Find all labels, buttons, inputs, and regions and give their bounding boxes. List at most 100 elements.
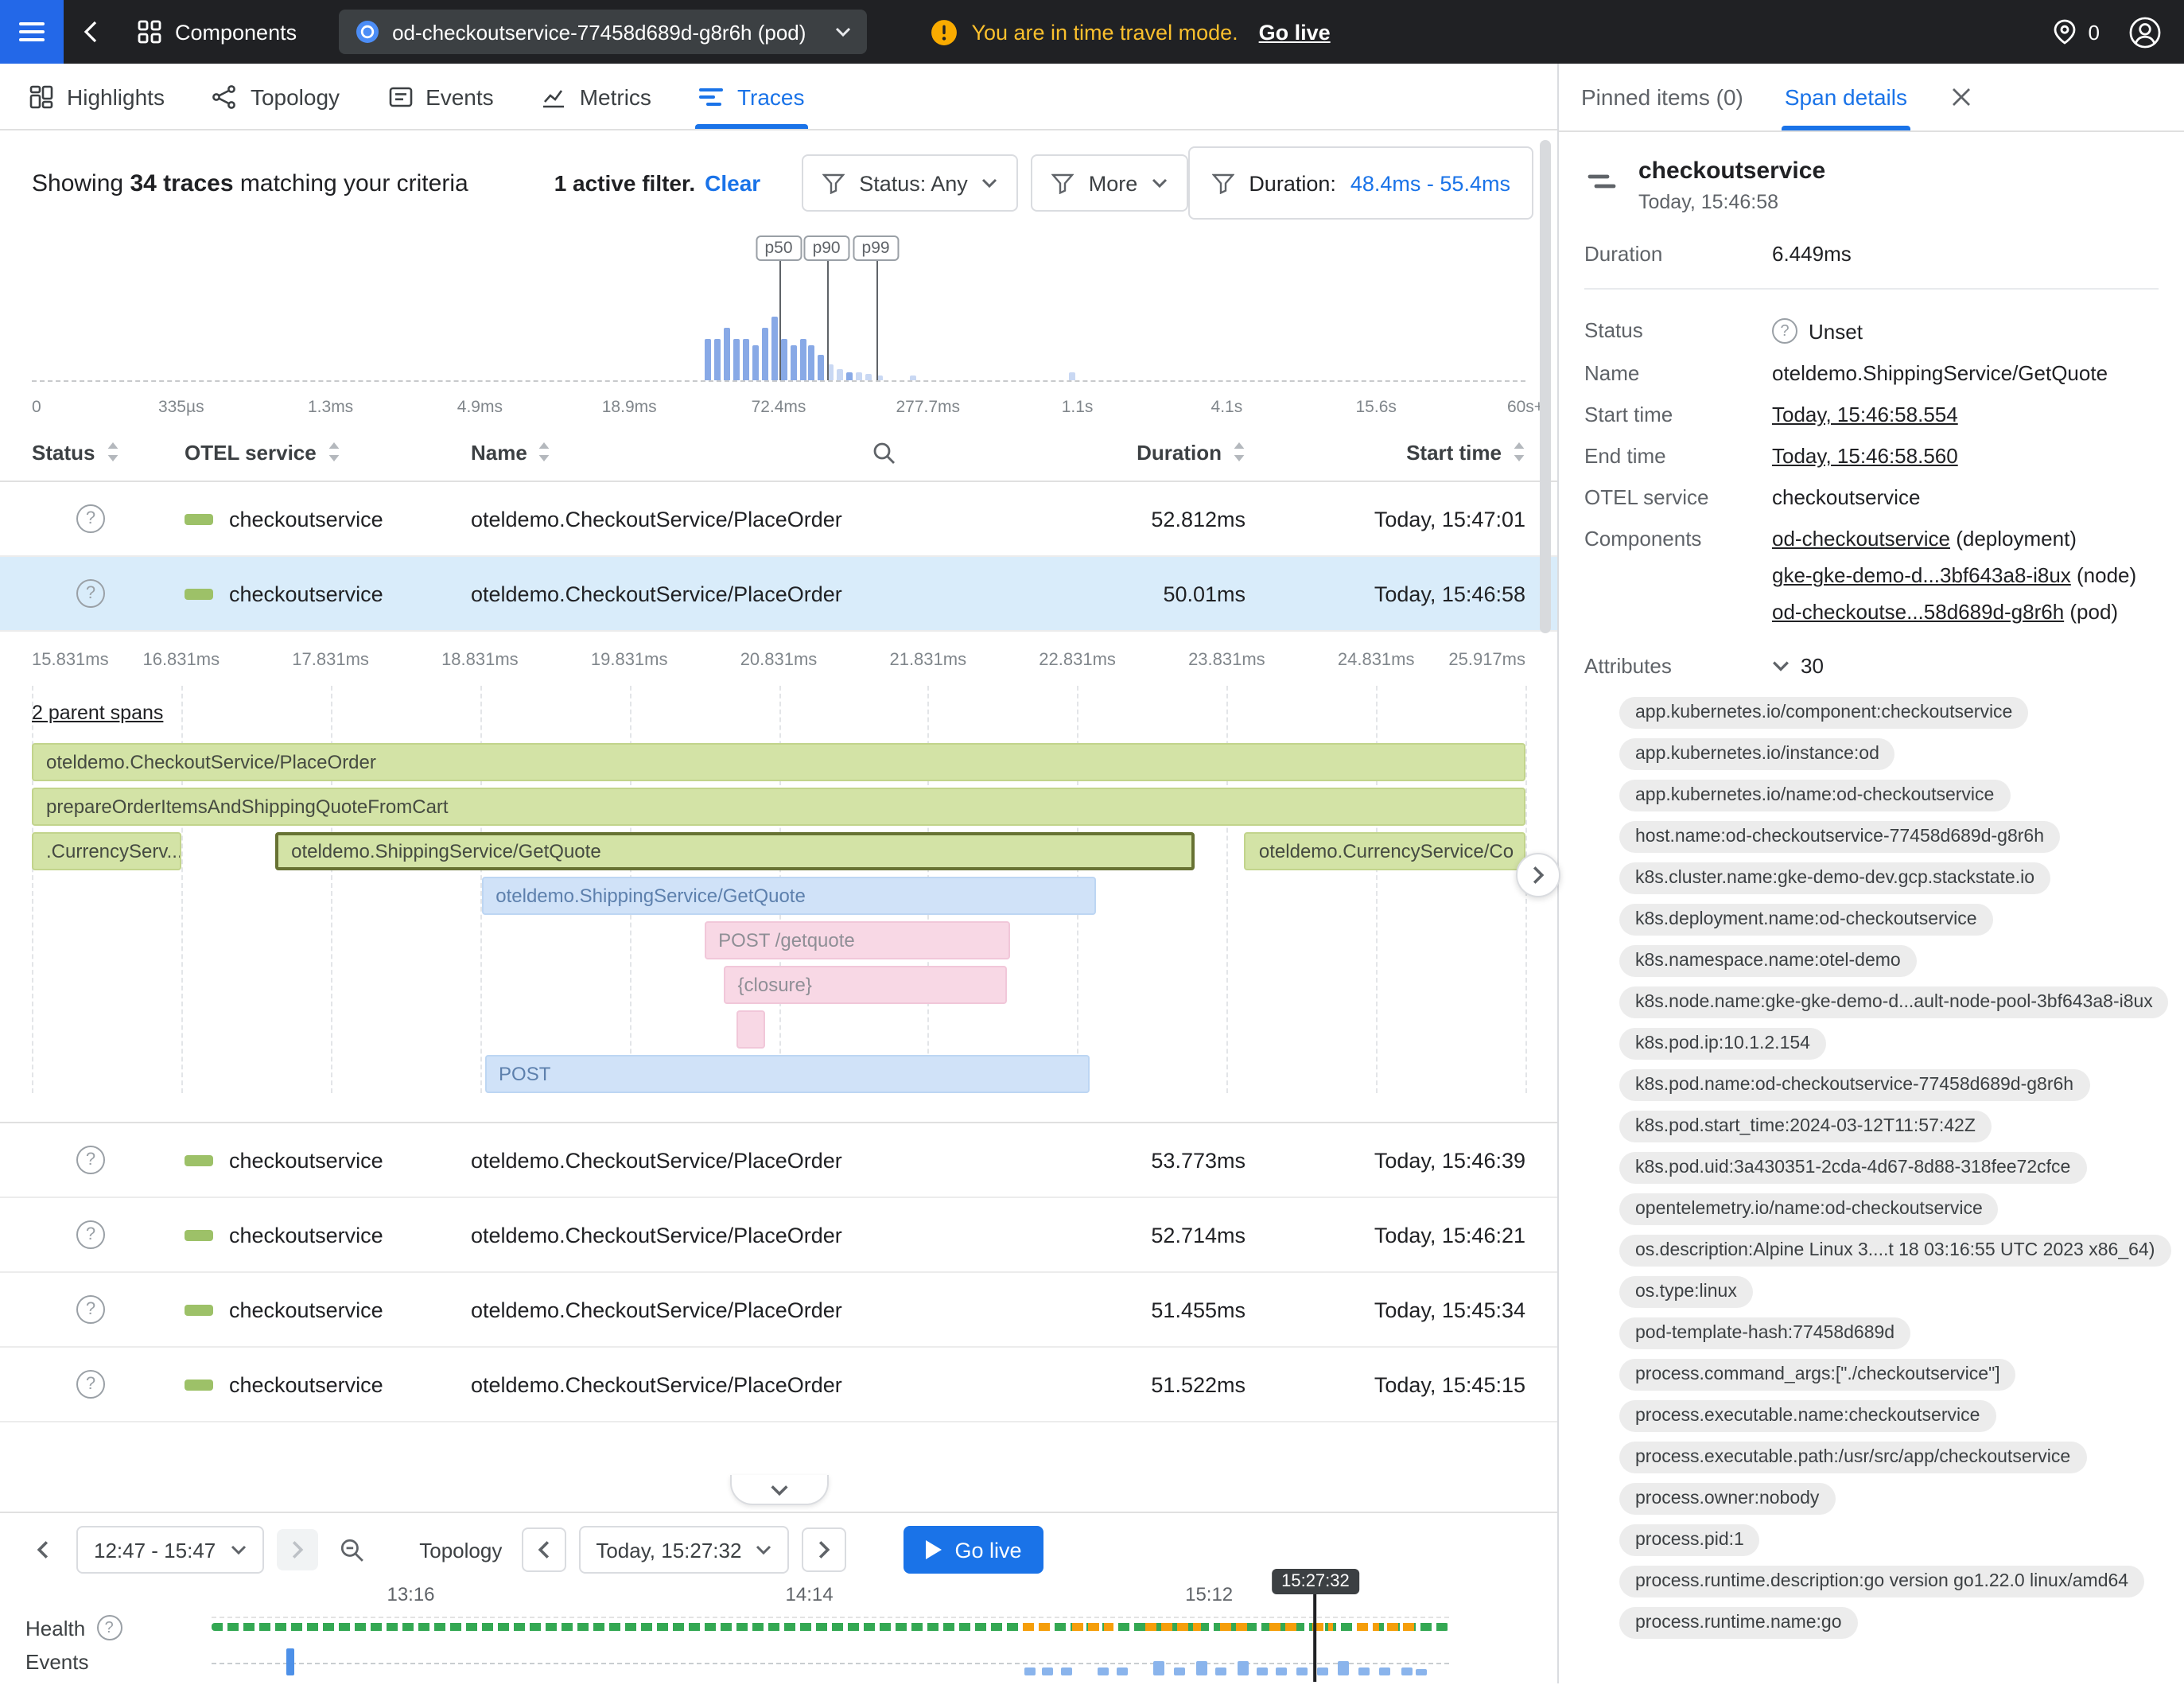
table-row[interactable]: ?checkoutserviceoteldemo.CheckoutService… [0,1123,1557,1198]
event-bar[interactable] [1098,1667,1109,1675]
span-bar[interactable]: oteldemo.CurrencyService/Co [1245,832,1525,870]
event-bar[interactable] [286,1648,293,1675]
status-filter-dropdown[interactable]: Status: Any [802,154,1019,212]
attribute-chip[interactable]: app.kubernetes.io/name:od-checkoutservic… [1619,780,2010,811]
attribute-chip[interactable]: os.description:Alpine Linux 3....t 18 03… [1619,1235,2170,1267]
tab-span-details[interactable]: Span details [1785,64,1907,130]
event-bar[interactable] [1380,1667,1391,1675]
span-bar[interactable]: oteldemo.ShippingService/GetQuote [275,832,1195,870]
event-bar[interactable] [1358,1667,1370,1675]
attribute-chip[interactable]: process.runtime.description:go version g… [1619,1566,2144,1597]
event-bar[interactable] [1024,1667,1036,1675]
attribute-chip[interactable]: os.type:linux [1619,1276,1753,1308]
go-live-button[interactable]: Go live [904,1526,1043,1574]
attribute-chip[interactable]: process.owner:nobody [1619,1483,1835,1515]
timeline-next-button[interactable] [276,1529,317,1570]
span-bar[interactable]: .CurrencyServ... [32,832,181,870]
health-bar[interactable] [212,1623,1449,1631]
time-step-forward-button[interactable] [802,1527,846,1572]
column-header-duration[interactable]: Duration [1007,440,1246,464]
sort-icon[interactable] [1233,442,1246,461]
time-range-selector[interactable]: 12:47 - 15:47 [76,1526,263,1574]
time-step-back-button[interactable] [521,1527,565,1572]
tab-pinned-items[interactable]: Pinned items (0) [1581,64,1743,130]
duration-histogram[interactable]: p50p90p99 0335µs1.3ms4.9ms18.9ms72.4ms27… [32,235,1525,417]
back-button[interactable] [64,0,121,64]
tab-highlights[interactable]: Highlights [29,64,165,129]
close-panel-button[interactable] [1952,64,1971,130]
attribute-chip[interactable]: app.kubernetes.io/instance:od [1619,738,1895,770]
attribute-chip[interactable]: k8s.namespace.name:otel-demo [1619,945,1917,977]
component-link[interactable]: gke-gke-demo-d...3bf643a8-i8ux [1772,563,2071,587]
event-bar[interactable] [1238,1661,1249,1675]
current-time-selector[interactable]: Today, 15:27:32 [578,1526,789,1574]
event-bar[interactable] [1062,1667,1073,1675]
column-header-otel-service[interactable]: OTEL service [185,440,471,464]
attributes-toggle[interactable]: 30 [1772,654,1824,678]
duration-filter[interactable]: Duration: 48.4ms - 55.4ms [1188,146,1534,220]
attribute-chip[interactable]: opentelemetry.io/name:od-checkoutservice [1619,1193,1999,1225]
timeline-current-marker[interactable]: 15:27:32 [1272,1569,1359,1682]
table-row[interactable]: ?checkoutserviceoteldemo.CheckoutService… [0,1348,1557,1422]
attribute-chip[interactable]: k8s.deployment.name:od-checkoutservice [1619,904,1993,936]
table-row[interactable]: ?checkoutserviceoteldemo.CheckoutService… [0,482,1557,557]
column-header-status[interactable]: Status [32,440,185,464]
tab-traces[interactable]: Traces [699,64,805,129]
span-bar[interactable]: POST [484,1055,1090,1093]
attribute-chip[interactable]: k8s.node.name:gke-gke-demo-d...ault-node… [1619,986,2169,1018]
span-bar[interactable]: POST /getquote [704,921,1010,959]
table-row[interactable]: ?checkoutserviceoteldemo.CheckoutService… [0,1198,1557,1273]
timeline-chart[interactable]: 13:1614:1415:12 15:27:32 [212,1583,1449,1682]
attribute-chip[interactable]: k8s.pod.uid:3a430351-2cda-4d67-8d88-318f… [1619,1152,2086,1184]
attribute-chip[interactable]: host.name:od-checkoutservice-77458d689d-… [1619,821,2060,853]
attribute-chip[interactable]: k8s.pod.start_time:2024-03-12T11:57:42Z [1619,1111,1992,1142]
component-link[interactable]: od-checkoutservice [1772,527,1950,551]
attribute-chip[interactable]: process.executable.name:checkoutservice [1619,1400,1996,1432]
span-bar[interactable]: oteldemo.CheckoutService/PlaceOrder [32,743,1525,781]
pod-selector-dropdown[interactable]: od-checkoutservice-77458d689d-g8r6h (pod… [338,10,866,54]
main-scrollbar[interactable] [1540,140,1551,633]
sort-icon[interactable] [1513,442,1525,461]
search-icon[interactable] [872,440,896,464]
attribute-chip[interactable]: process.runtime.name:go [1619,1607,1858,1639]
event-bar[interactable] [1117,1667,1129,1675]
event-bar[interactable] [1215,1667,1226,1675]
help-icon[interactable]: ? [96,1615,122,1640]
detail-value[interactable]: Today, 15:46:58.554 [1772,403,2159,426]
collapse-table-button[interactable] [729,1475,828,1505]
attribute-chip[interactable]: app.kubernetes.io/component:checkoutserv… [1619,697,2028,729]
panel-expander-button[interactable] [1516,853,1560,897]
event-bar[interactable] [1042,1667,1053,1675]
event-bar[interactable] [1173,1667,1184,1675]
attribute-chip[interactable]: pod-template-hash:77458d689d [1619,1317,1910,1349]
event-bar[interactable] [1416,1669,1427,1675]
components-nav-button[interactable]: Components [137,19,297,45]
span-bar[interactable] [736,1010,765,1049]
attribute-chip[interactable]: k8s.pod.name:od-checkoutservice-77458d68… [1619,1069,2089,1101]
column-header-name[interactable]: Name [471,440,1007,464]
attribute-chip[interactable]: process.executable.path:/usr/src/app/che… [1619,1442,2086,1473]
sort-icon[interactable] [328,442,340,461]
attribute-chip[interactable]: k8s.pod.ip:10.1.2.154 [1619,1028,1826,1060]
event-bar[interactable] [1257,1667,1269,1675]
more-filters-dropdown[interactable]: More [1032,154,1189,212]
detail-value[interactable]: Today, 15:46:58.560 [1772,444,2159,468]
column-header-start-time[interactable]: Start time [1246,440,1525,464]
table-row[interactable]: ?checkoutserviceoteldemo.CheckoutService… [0,1273,1557,1348]
span-bar[interactable]: {closure} [724,966,1008,1004]
attribute-chip[interactable]: k8s.cluster.name:gke-demo-dev.gcp.stacks… [1619,862,2050,894]
attribute-chip[interactable]: process.command_args:["./checkoutservice… [1619,1359,2016,1391]
pin-icon[interactable] [2054,19,2076,45]
tab-topology[interactable]: Topology [212,64,340,129]
timeline-prev-button[interactable] [22,1529,64,1570]
clear-filters-link[interactable]: Clear [705,170,760,196]
tab-metrics[interactable]: Metrics [542,64,651,129]
event-bar[interactable] [1153,1661,1164,1675]
event-bar[interactable] [1401,1667,1412,1675]
tab-events[interactable]: Events [387,64,494,129]
sort-icon[interactable] [538,442,551,461]
event-bar[interactable] [1195,1661,1207,1675]
zoom-out-button[interactable] [330,1529,371,1570]
attribute-chip[interactable]: process.pid:1 [1619,1524,1760,1556]
component-link[interactable]: od-checkoutse...58d689d-g8r6h [1772,600,2064,624]
